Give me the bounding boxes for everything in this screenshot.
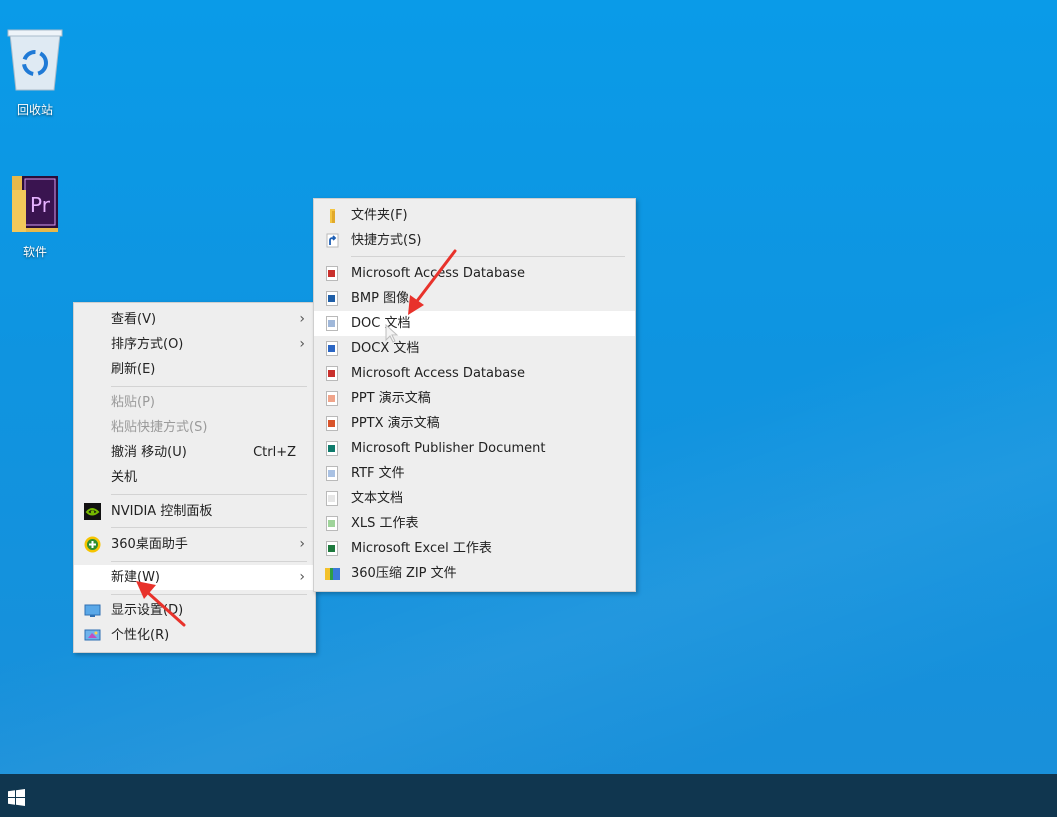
menu-separator xyxy=(111,494,307,495)
menu-separator xyxy=(351,256,625,257)
submenu-item-shortcut[interactable]: 快捷方式(S) xyxy=(314,228,635,253)
menu-item-label: 撤消 移动(U) xyxy=(111,445,187,460)
menu-item-display-settings[interactable]: 显示设置(D) xyxy=(74,598,315,623)
nvidia-icon xyxy=(84,503,101,520)
submenu-item-doc-document[interactable]: DOC 文档 xyxy=(314,311,635,336)
chevron-right-icon: › xyxy=(299,569,305,585)
menu-item-paste: 粘贴(P) xyxy=(74,390,315,415)
recycle-bin-label: 回收站 xyxy=(16,103,53,117)
shortcut-icon xyxy=(326,233,339,248)
menu-item-label: 关机 xyxy=(111,470,138,485)
windows-start-icon[interactable] xyxy=(8,789,25,806)
menu-item-view[interactable]: 查看(V) › xyxy=(74,307,315,332)
mouse-cursor-icon xyxy=(385,324,399,343)
menu-item-refresh[interactable]: 刷新(E) xyxy=(74,357,315,382)
doc-icon xyxy=(326,316,338,331)
menu-item-360-desktop-assistant[interactable]: 360桌面助手 › xyxy=(74,532,315,557)
access-icon xyxy=(326,366,338,381)
excel-icon xyxy=(326,541,338,556)
menu-item-shutdown[interactable]: 关机 xyxy=(74,465,315,490)
submenu-item-label: 文件夹(F) xyxy=(351,208,408,223)
zip-icon xyxy=(325,568,340,580)
menu-item-label: 粘贴(P) xyxy=(111,395,155,410)
submenu-item-label: PPTX 演示文稿 xyxy=(351,416,440,431)
menu-item-undo-move[interactable]: 撤消 移动(U) Ctrl+Z xyxy=(74,440,315,465)
submenu-item-xls-worksheet[interactable]: XLS 工作表 xyxy=(314,511,635,536)
submenu-item-rtf-file[interactable]: RTF 文件 xyxy=(314,461,635,486)
menu-item-label: 粘贴快捷方式(S) xyxy=(111,420,208,435)
shortcut-label: Ctrl+Z xyxy=(253,445,296,460)
desktop-icon-recycle-bin[interactable]: 回收站 xyxy=(0,26,70,118)
submenu-item-excel-worksheet[interactable]: Microsoft Excel 工作表 xyxy=(314,536,635,561)
menu-item-label: 360桌面助手 xyxy=(111,537,188,552)
desktop-icon-software[interactable]: Pr 软件 xyxy=(0,170,70,260)
folder-icon xyxy=(330,209,335,223)
chevron-right-icon: › xyxy=(299,311,305,327)
submenu-item-access-database-2[interactable]: Microsoft Access Database xyxy=(314,361,635,386)
bmp-icon xyxy=(326,291,338,306)
publisher-icon xyxy=(326,441,338,456)
submenu-item-label: Microsoft Excel 工作表 xyxy=(351,541,492,556)
360-icon xyxy=(84,536,101,553)
submenu-item-label: 文本文档 xyxy=(351,491,404,506)
submenu-item-label: 360压缩 ZIP 文件 xyxy=(351,566,457,581)
software-label: 软件 xyxy=(22,245,47,259)
submenu-item-label: RTF 文件 xyxy=(351,466,405,481)
new-submenu: 文件夹(F) 快捷方式(S) Microsoft Access Database… xyxy=(313,198,636,592)
submenu-item-label: Microsoft Access Database xyxy=(351,366,525,381)
submenu-item-access-database[interactable]: Microsoft Access Database xyxy=(314,261,635,286)
ppt-icon xyxy=(326,391,338,406)
submenu-item-ppt-presentation[interactable]: PPT 演示文稿 xyxy=(314,386,635,411)
submenu-item-text-document[interactable]: 文本文档 xyxy=(314,486,635,511)
text-document-icon xyxy=(326,491,338,506)
personalize-icon xyxy=(84,629,101,641)
taskbar xyxy=(0,774,1057,817)
access-icon xyxy=(326,266,338,281)
premiere-folder-icon: Pr xyxy=(12,176,58,232)
submenu-item-folder[interactable]: 文件夹(F) xyxy=(314,203,635,228)
menu-separator xyxy=(111,386,307,387)
recycle-bin-icon xyxy=(7,29,63,91)
display-settings-icon xyxy=(84,604,101,617)
menu-item-sort-by[interactable]: 排序方式(O) › xyxy=(74,332,315,357)
menu-item-nvidia-control-panel[interactable]: NVIDIA 控制面板 xyxy=(74,499,315,524)
submenu-item-bmp-image[interactable]: BMP 图像 xyxy=(314,286,635,311)
xls-icon xyxy=(326,516,338,531)
menu-item-label: 查看(V) xyxy=(111,312,157,327)
submenu-item-label: PPT 演示文稿 xyxy=(351,391,431,406)
menu-separator xyxy=(111,561,307,562)
submenu-item-publisher-document[interactable]: Microsoft Publisher Document xyxy=(314,436,635,461)
docx-icon xyxy=(326,341,338,356)
menu-item-paste-shortcut: 粘贴快捷方式(S) xyxy=(74,415,315,440)
submenu-item-label: Microsoft Publisher Document xyxy=(351,441,546,456)
submenu-item-360-zip-file[interactable]: 360压缩 ZIP 文件 xyxy=(314,561,635,586)
menu-item-label: 刷新(E) xyxy=(111,362,156,377)
annotation-arrow-icon xyxy=(136,581,186,627)
chevron-right-icon: › xyxy=(299,536,305,552)
menu-item-label: 排序方式(O) xyxy=(111,337,184,352)
menu-item-label: NVIDIA 控制面板 xyxy=(111,504,213,519)
menu-item-new[interactable]: 新建(W) › xyxy=(74,565,315,590)
desktop-context-menu: 查看(V) › 排序方式(O) › 刷新(E) 粘贴(P) 粘贴快捷方式(S) … xyxy=(73,302,316,653)
menu-item-personalize[interactable]: 个性化(R) xyxy=(74,623,315,648)
annotation-arrow-icon xyxy=(408,249,457,315)
submenu-item-label: XLS 工作表 xyxy=(351,516,419,531)
submenu-item-docx-document[interactable]: DOCX 文档 xyxy=(314,336,635,361)
submenu-item-pptx-presentation[interactable]: PPTX 演示文稿 xyxy=(314,411,635,436)
pptx-icon xyxy=(326,416,338,431)
rtf-icon xyxy=(326,466,338,481)
svg-text:Pr: Pr xyxy=(30,193,51,217)
menu-separator xyxy=(111,527,307,528)
chevron-right-icon: › xyxy=(299,336,305,352)
